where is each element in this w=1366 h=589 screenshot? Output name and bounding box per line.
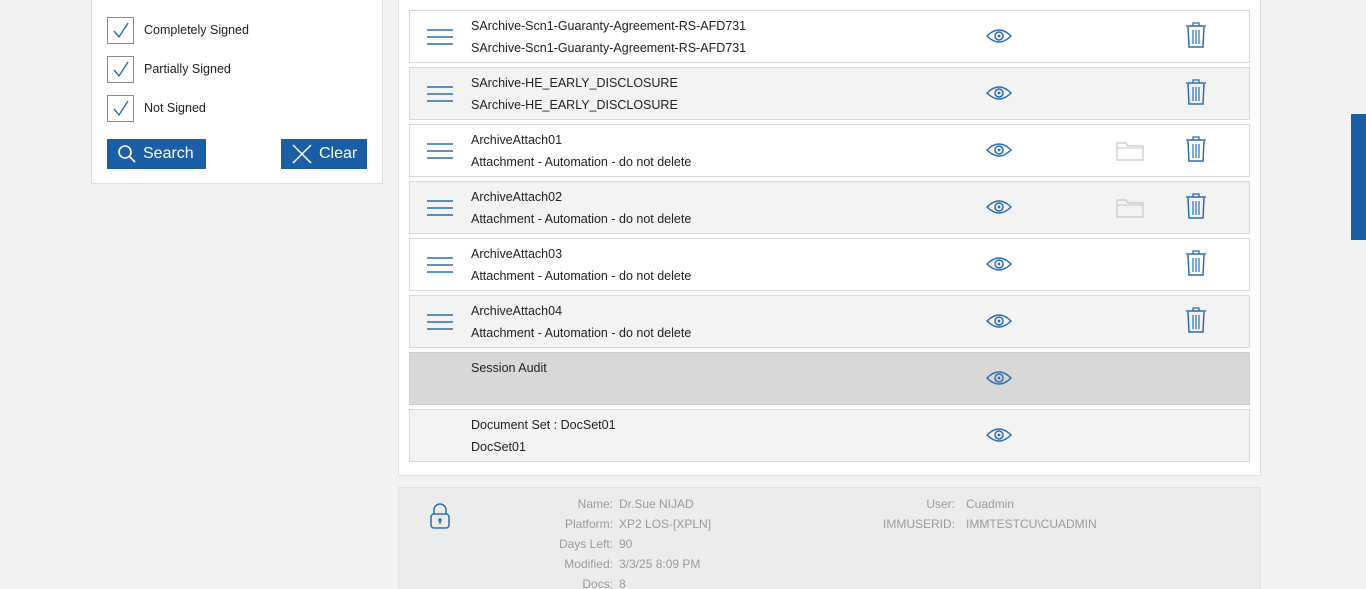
trash-icon[interactable] — [1185, 78, 1207, 106]
signature-filter-panel: Completely Signed Partially Signed Not S… — [91, 0, 383, 184]
search-button-label: Search — [143, 145, 194, 162]
info-value-modified: 3/3/25 8:09 PM — [619, 557, 701, 571]
checkmark-icon — [112, 100, 129, 117]
lock-icon[interactable] — [429, 502, 451, 530]
document-title: SArchive-Scn1-Guaranty-Agreement-RS-AFD7… — [471, 19, 747, 33]
document-subtitle: Attachment - Automation - do not delete — [471, 269, 692, 283]
info-value-name: Dr.Sue NIJAD — [619, 497, 694, 511]
checkmark-icon — [112, 22, 129, 39]
document-title: Session Audit — [471, 361, 547, 375]
document-row[interactable]: ArchiveAttach04 Attachment - Automation -… — [409, 295, 1250, 348]
document-title: ArchiveAttach03 — [471, 247, 563, 261]
document-subtitle: DocSet01 — [471, 440, 526, 454]
eye-icon[interactable] — [985, 141, 1013, 159]
trash-icon[interactable] — [1185, 306, 1207, 334]
document-row[interactable]: SArchive-Scn1-Guaranty-Agreement-RS-AFD7… — [409, 10, 1250, 63]
info-label-modified: Modified: — [564, 557, 613, 571]
info-label-immuserid: IMMUSERID: — [883, 517, 955, 531]
close-icon — [292, 144, 312, 164]
eye-icon[interactable] — [985, 312, 1013, 330]
checkmark-icon — [112, 61, 129, 78]
document-row[interactable]: Session Audit — [409, 352, 1250, 405]
info-value-docs: 8 — [619, 577, 626, 589]
document-subtitle: Attachment - Automation - do not delete — [471, 326, 692, 340]
info-label-name: Name: — [577, 497, 613, 511]
hamburger-icon[interactable] — [426, 312, 454, 332]
eye-icon[interactable] — [985, 84, 1013, 102]
filter-completely-signed[interactable]: Completely Signed — [107, 16, 249, 44]
trash-icon[interactable] — [1185, 192, 1207, 220]
eye-icon[interactable] — [985, 426, 1013, 444]
search-button[interactable]: Search — [107, 139, 206, 169]
side-panel-tab[interactable] — [1351, 114, 1366, 240]
hamburger-icon[interactable] — [426, 27, 454, 47]
info-label-user: User: — [926, 497, 955, 511]
eye-icon[interactable] — [985, 198, 1013, 216]
checkbox-label: Partially Signed — [144, 62, 231, 76]
eye-icon[interactable] — [985, 369, 1013, 387]
trash-icon[interactable] — [1185, 135, 1207, 163]
document-row[interactable]: Document Set : DocSet01 DocSet01 — [409, 409, 1250, 462]
hamburger-icon[interactable] — [426, 84, 454, 104]
document-subtitle: SArchive-HE_EARLY_DISCLOSURE — [471, 98, 678, 112]
eye-icon[interactable] — [985, 27, 1013, 45]
hamburger-icon[interactable] — [426, 255, 454, 275]
checkbox-completely-signed[interactable] — [107, 16, 134, 44]
document-row[interactable]: SArchive-HE_EARLY_DISCLOSURE SArchive-HE_… — [409, 67, 1250, 120]
document-title: SArchive-HE_EARLY_DISCLOSURE — [471, 76, 678, 90]
clear-button-label: Clear — [319, 145, 358, 162]
info-label-docs: Docs: — [582, 577, 613, 589]
document-subtitle: Attachment - Automation - do not delete — [471, 212, 692, 226]
search-icon — [118, 145, 136, 163]
document-title: ArchiveAttach01 — [471, 133, 563, 147]
info-label-platform: Platform: — [564, 517, 613, 531]
folder-icon[interactable] — [1116, 139, 1144, 161]
document-subtitle: Attachment - Automation - do not delete — [471, 155, 692, 169]
checkbox-label: Completely Signed — [144, 23, 249, 37]
document-title: ArchiveAttach02 — [471, 190, 563, 204]
info-value-days-left: 90 — [619, 537, 633, 551]
eye-icon[interactable] — [985, 255, 1013, 273]
filter-not-signed[interactable]: Not Signed — [107, 94, 206, 122]
document-row[interactable]: ArchiveAttach01 Attachment - Automation -… — [409, 124, 1250, 177]
document-title: ArchiveAttach04 — [471, 304, 563, 318]
hamburger-icon[interactable] — [426, 141, 454, 161]
document-subtitle: SArchive-Scn1-Guaranty-Agreement-RS-AFD7… — [471, 41, 747, 55]
checkbox-not-signed[interactable] — [107, 94, 134, 122]
info-label-days-left: Days Left: — [558, 537, 613, 551]
document-list-panel: SArchive-Scn1-Guaranty-Agreement-RS-AFD7… — [398, 0, 1261, 476]
info-value-platform: XP2 LOS-[XPLN] — [619, 517, 712, 531]
checkbox-partially-signed[interactable] — [107, 55, 134, 83]
hamburger-icon[interactable] — [426, 198, 454, 218]
session-info-panel: Name: Dr.Sue NIJAD Platform: XP2 LOS-[XP… — [398, 487, 1261, 589]
document-row[interactable]: ArchiveAttach03 Attachment - Automation -… — [409, 238, 1250, 291]
document-row[interactable]: ArchiveAttach02 Attachment - Automation -… — [409, 181, 1250, 234]
clear-button[interactable]: Clear — [281, 139, 367, 169]
filter-partially-signed[interactable]: Partially Signed — [107, 55, 231, 83]
folder-icon[interactable] — [1116, 196, 1144, 218]
trash-icon[interactable] — [1185, 249, 1207, 277]
document-title: Document Set : DocSet01 — [471, 418, 616, 432]
info-value-immuserid: IMMTESTCU\CUADMIN — [966, 517, 1097, 531]
info-value-user: Cuadmin — [966, 497, 1015, 511]
trash-icon[interactable] — [1185, 21, 1207, 49]
checkbox-label: Not Signed — [144, 101, 206, 115]
